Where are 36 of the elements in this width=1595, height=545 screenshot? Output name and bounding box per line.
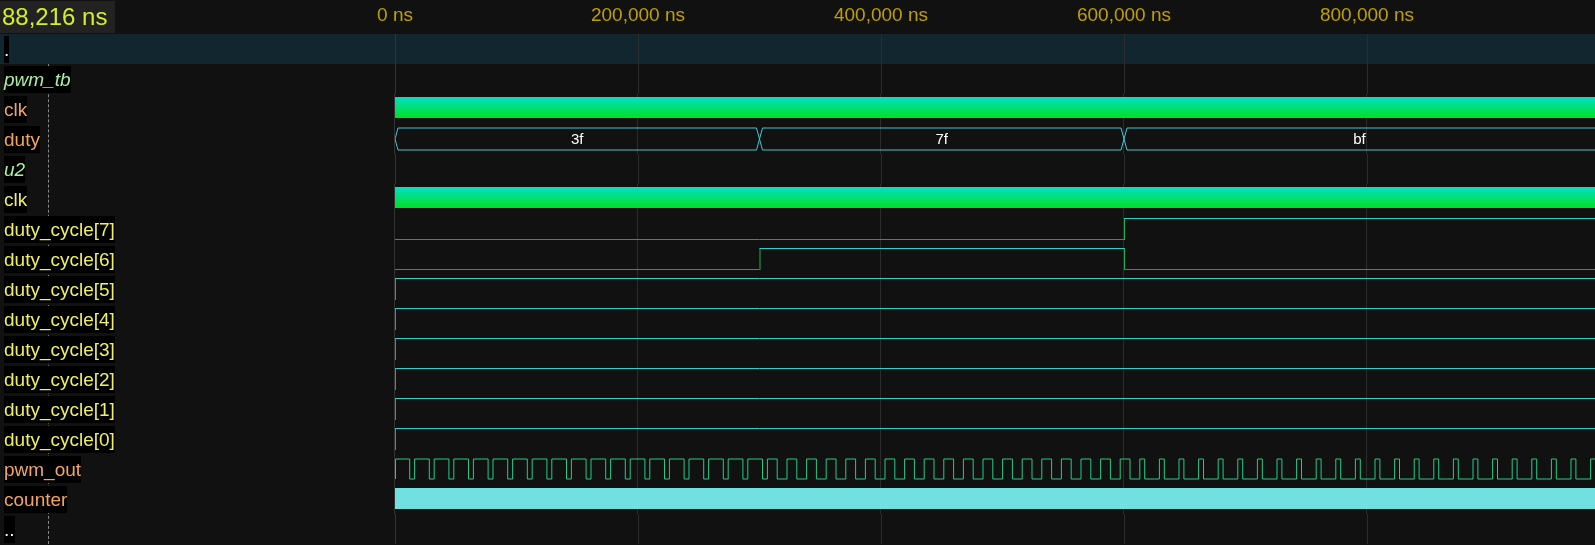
time-tick-label: 200,000 ns (591, 4, 685, 26)
scope-name[interactable]: u2 (4, 155, 26, 183)
bus-value: 7f (935, 130, 948, 147)
signal-name[interactable]: duty_cycle[3] (4, 335, 115, 363)
transition-edge (395, 428, 396, 450)
signal-name[interactable]: counter (4, 485, 68, 513)
transition-edge (759, 248, 761, 270)
time-tick-label: 800,000 ns (1320, 4, 1414, 26)
signal-name[interactable]: duty_cycle[4] (4, 305, 115, 333)
marker-label[interactable]: . (4, 35, 10, 63)
transition-edge (395, 368, 396, 390)
signal-name[interactable]: duty_cycle[7] (4, 215, 115, 243)
signal-name[interactable]: pwm_out (4, 455, 82, 483)
signal-name[interactable]: clk (4, 95, 28, 123)
transition-edge (1124, 218, 1125, 240)
transition-edge (395, 308, 396, 330)
time-tick-label: 400,000 ns (834, 4, 928, 26)
selected-row[interactable]: . (0, 34, 1595, 64)
scope-name[interactable]: pwm_tb (4, 65, 71, 93)
signal-name[interactable]: duty (4, 125, 40, 153)
transition-edge (395, 278, 396, 300)
bus-value: bf (1353, 130, 1366, 147)
signal-name[interactable]: clk (4, 185, 28, 213)
time-tick-label: 600,000 ns (1077, 4, 1171, 26)
transition-edge (395, 338, 396, 360)
signal-name[interactable]: duty_cycle[1] (4, 395, 115, 423)
bus-value: 3f (571, 130, 584, 147)
transition-edge (395, 398, 396, 420)
transition-edge (1124, 248, 1125, 270)
cursor-time-readout: 88,216 ns (0, 1, 116, 33)
signal-name[interactable]: duty_cycle[5] (4, 275, 115, 303)
time-tick-label: 0 ns (377, 4, 413, 26)
signal-name[interactable]: duty_cycle[2] (4, 365, 115, 393)
signal-name[interactable]: duty_cycle[0] (4, 425, 115, 453)
signal-name[interactable]: duty_cycle[6] (4, 245, 115, 273)
marker-label[interactable]: .. (4, 515, 15, 543)
